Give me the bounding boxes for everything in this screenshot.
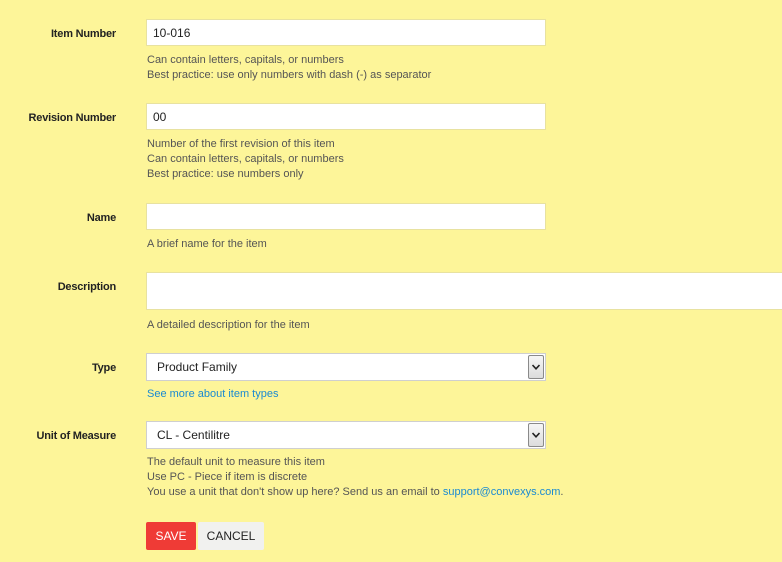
description-label: Description (57, 281, 117, 293)
revision-number-input[interactable] (146, 103, 546, 130)
help-line: Use PC - Piece if item is discrete (147, 471, 308, 483)
revision-number-label: Revision Number (28, 112, 117, 124)
name-label: Name (86, 212, 116, 224)
save-button[interactable]: SAVE (146, 522, 196, 550)
revision-number-help: Number of the first revision of this ite… (147, 137, 344, 182)
help-line: A brief name for the item (147, 238, 267, 250)
help-line: Best practice: use numbers only (147, 168, 304, 180)
email-suffix: . (560, 486, 564, 498)
description-help: A detailed description for the item (147, 318, 310, 333)
type-label: Type (91, 362, 116, 374)
cancel-button[interactable]: CANCEL (198, 522, 264, 550)
unit-selected-value: CL - Centilitre (157, 428, 230, 442)
item-number-label: Item Number (50, 28, 116, 40)
help-line: Can contain letters, capitals, or number… (147, 153, 344, 165)
type-help: See more about item types (147, 387, 278, 402)
help-line: A detailed description for the item (147, 319, 310, 331)
description-textarea[interactable] (146, 272, 782, 310)
help-line: The default unit to measure this item (147, 456, 325, 468)
unit-of-measure-label: Unit of Measure (36, 430, 116, 442)
type-selected-value: Product Family (157, 360, 238, 374)
email-prefix: You use a unit that don't show up here? … (147, 486, 443, 498)
item-types-link[interactable]: See more about item types (147, 387, 278, 402)
unit-of-measure-help: The default unit to measure this item Us… (147, 455, 563, 500)
name-help: A brief name for the item (147, 237, 267, 252)
help-line: Can contain letters, capitals, or number… (147, 54, 344, 66)
type-select[interactable]: Product Family (146, 353, 546, 381)
chevron-down-icon[interactable] (528, 423, 544, 447)
help-line: Number of the first revision of this ite… (147, 138, 335, 150)
name-input[interactable] (146, 203, 546, 230)
help-line: Best practice: use only numbers with das… (147, 69, 432, 81)
chevron-down-icon[interactable] (528, 355, 544, 379)
unit-of-measure-select[interactable]: CL - Centilitre (146, 421, 546, 449)
item-number-input[interactable] (146, 19, 546, 46)
help-line-email: You use a unit that don't show up here? … (147, 485, 563, 500)
item-number-help: Can contain letters, capitals, or number… (147, 53, 431, 83)
support-email-link[interactable]: support@convexys.com (443, 486, 561, 498)
